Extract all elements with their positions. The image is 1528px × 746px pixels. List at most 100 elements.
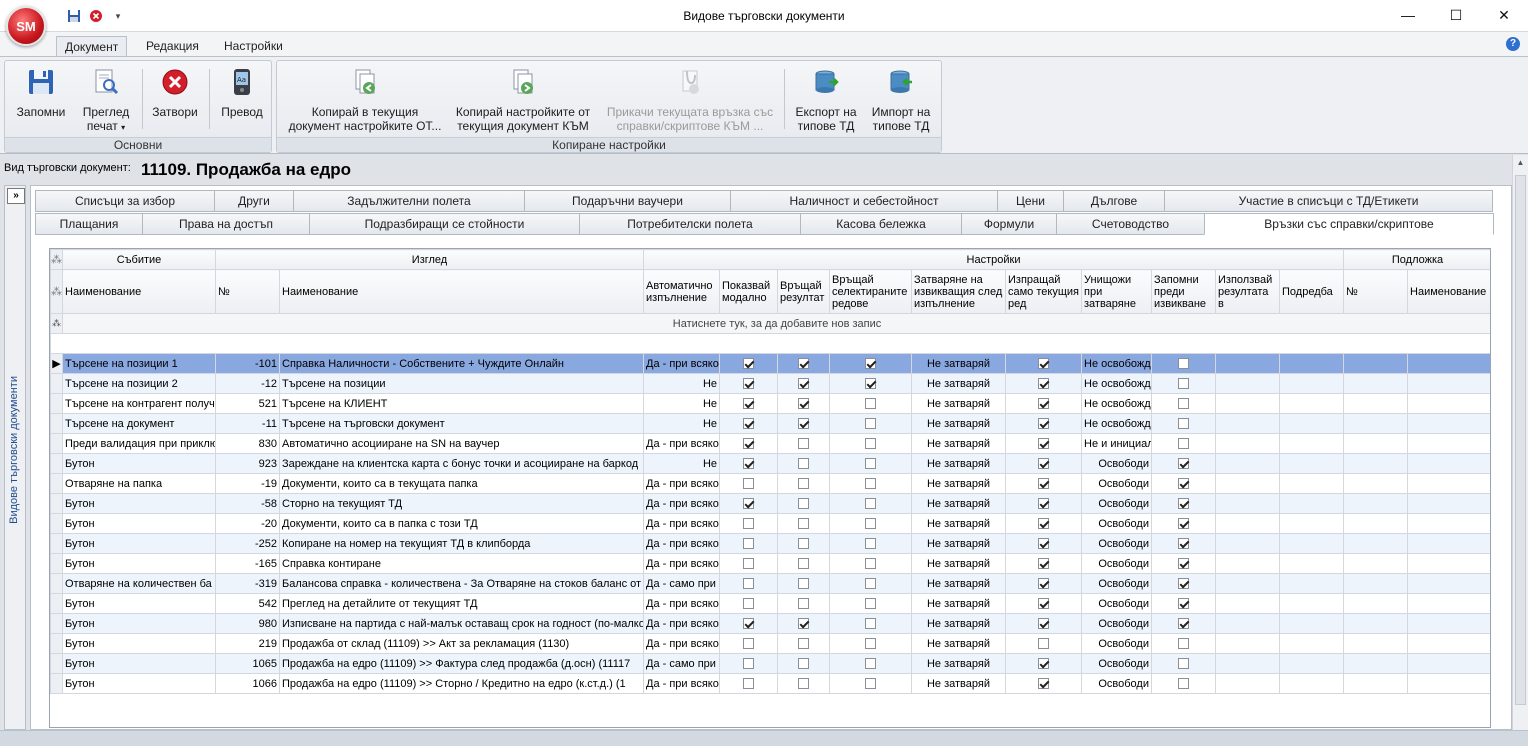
auto-exec-cell[interactable]: Да - при всяко xyxy=(643,493,720,514)
table-row[interactable]: ▶ Търсене на позиции 1 -101 Справка Налично… xyxy=(50,353,1490,374)
order-cell[interactable] xyxy=(1278,513,1345,534)
event-name-cell[interactable]: Търсене на контрагент получ xyxy=(62,393,216,414)
use-result-cell[interactable] xyxy=(1215,373,1280,394)
checkbox-cell[interactable] xyxy=(719,413,778,434)
checkbox-cell[interactable] xyxy=(829,473,912,494)
checkbox[interactable] xyxy=(1178,658,1189,670)
col-auto-exec[interactable]: Автоматично изпълнение xyxy=(643,269,720,314)
checkbox-cell[interactable] xyxy=(777,513,830,534)
base-name-cell[interactable] xyxy=(1407,533,1490,554)
checkbox[interactable] xyxy=(798,378,809,390)
checkbox-cell[interactable] xyxy=(777,373,830,394)
checkbox[interactable] xyxy=(798,678,809,690)
checkbox-cell[interactable] xyxy=(1151,413,1216,434)
checkbox-cell[interactable] xyxy=(777,453,830,474)
checkbox[interactable] xyxy=(743,618,754,630)
checkbox-cell[interactable] xyxy=(777,573,830,594)
row-indicator[interactable] xyxy=(50,373,63,394)
table-row[interactable]: Бутон 980 Изписване на партида с най-малък… xyxy=(50,613,1490,634)
view-name-cell[interactable]: Търсене на търговски документ xyxy=(279,413,644,434)
checkbox[interactable] xyxy=(865,438,876,450)
use-result-cell[interactable] xyxy=(1215,573,1280,594)
checkbox-cell[interactable] xyxy=(777,493,830,514)
row-indicator[interactable] xyxy=(50,413,63,434)
checkbox-cell[interactable] xyxy=(829,553,912,574)
checkbox-cell[interactable] xyxy=(829,633,912,654)
destroy-cell[interactable]: Не освобожд xyxy=(1081,393,1152,414)
checkbox[interactable] xyxy=(743,478,754,490)
tab-selection-lists[interactable]: Списъци за избор xyxy=(35,190,215,212)
checkbox[interactable] xyxy=(1178,398,1189,410)
event-name-cell[interactable]: Отваряне на количествен ба xyxy=(62,573,216,594)
checkbox[interactable] xyxy=(798,658,809,670)
checkbox-cell[interactable] xyxy=(719,593,778,614)
qat-save-icon[interactable] xyxy=(66,8,82,24)
view-name-cell[interactable]: Справка контиране xyxy=(279,553,644,574)
view-number-cell[interactable]: 521 xyxy=(215,393,280,414)
base-name-cell[interactable] xyxy=(1407,353,1490,374)
order-cell[interactable] xyxy=(1278,413,1345,434)
view-number-cell[interactable]: 1066 xyxy=(215,673,280,694)
checkbox[interactable] xyxy=(1038,678,1049,690)
checkbox[interactable] xyxy=(1038,658,1049,670)
checkbox-cell[interactable] xyxy=(719,453,778,474)
checkbox-cell[interactable] xyxy=(777,473,830,494)
ribbon-tab-settings[interactable]: Настройки xyxy=(216,36,291,58)
destroy-cell[interactable]: Освободи xyxy=(1081,473,1152,494)
event-name-cell[interactable]: Търсене на позиции 1 xyxy=(62,353,216,374)
row-indicator[interactable] xyxy=(50,493,63,514)
checkbox[interactable] xyxy=(743,678,754,690)
destroy-cell[interactable]: Освободи xyxy=(1081,653,1152,674)
close-caller-cell[interactable]: Не затваряй xyxy=(911,633,1006,654)
use-result-cell[interactable] xyxy=(1215,453,1280,474)
table-row[interactable]: Бутон 542 Преглед на детайлите от текущият… xyxy=(50,593,1490,614)
col-view-name[interactable]: Наименование xyxy=(279,269,644,314)
checkbox[interactable] xyxy=(865,618,876,630)
base-number-cell[interactable] xyxy=(1343,613,1409,634)
checkbox[interactable] xyxy=(865,478,876,490)
checkbox[interactable] xyxy=(798,558,809,570)
checkbox[interactable] xyxy=(743,398,754,410)
checkbox-cell[interactable] xyxy=(829,613,912,634)
checkbox[interactable] xyxy=(1178,558,1189,570)
checkbox-cell[interactable] xyxy=(1151,553,1216,574)
view-number-cell[interactable]: -11 xyxy=(215,413,280,434)
print-preview-button[interactable]: Преглед печат ▾ xyxy=(75,65,137,135)
auto-exec-cell[interactable]: Да - при всяко xyxy=(643,633,720,654)
checkbox-cell[interactable] xyxy=(1151,573,1216,594)
checkbox[interactable] xyxy=(1178,518,1189,530)
checkbox-cell[interactable] xyxy=(719,353,778,374)
tab-gift-vouchers[interactable]: Подаръчни ваучери xyxy=(524,190,731,212)
col-remember[interactable]: Запомни преди извикване xyxy=(1151,269,1216,314)
checkbox[interactable] xyxy=(743,638,754,650)
use-result-cell[interactable] xyxy=(1215,393,1280,414)
checkbox-cell[interactable] xyxy=(1005,653,1082,674)
destroy-cell[interactable]: Освободи xyxy=(1081,493,1152,514)
copy-settings-into-button[interactable]: Копирай в текущия документ настройките О… xyxy=(283,65,447,133)
view-name-cell[interactable]: Балансова справка - количествена - За От… xyxy=(279,573,644,594)
side-panel-title[interactable]: Видове търговски документи xyxy=(8,376,22,524)
destroy-cell[interactable]: Не освобожд xyxy=(1081,373,1152,394)
use-result-cell[interactable] xyxy=(1215,493,1280,514)
checkbox[interactable] xyxy=(798,638,809,650)
base-number-cell[interactable] xyxy=(1343,473,1409,494)
view-name-cell[interactable]: Търсене на КЛИЕНТ xyxy=(279,393,644,414)
base-name-cell[interactable] xyxy=(1407,453,1490,474)
checkbox[interactable] xyxy=(798,578,809,590)
order-cell[interactable] xyxy=(1278,533,1345,554)
table-row[interactable]: Търсене на позиции 2 -12 Търсене на позици… xyxy=(50,373,1490,394)
close-caller-cell[interactable]: Не затваряй xyxy=(911,653,1006,674)
event-name-cell[interactable]: Бутон xyxy=(62,453,216,474)
base-name-cell[interactable] xyxy=(1407,553,1490,574)
checkbox[interactable] xyxy=(865,538,876,550)
row-indicator[interactable]: ▶ xyxy=(50,353,63,374)
checkbox[interactable] xyxy=(865,498,876,510)
tab-stock-cost[interactable]: Наличност и себестойност xyxy=(730,190,998,212)
checkbox-cell[interactable] xyxy=(829,533,912,554)
checkbox[interactable] xyxy=(865,638,876,650)
checkbox[interactable] xyxy=(1038,498,1049,510)
tab-accounting[interactable]: Счетоводство xyxy=(1056,213,1205,235)
checkbox[interactable] xyxy=(1178,478,1189,490)
view-name-cell[interactable]: Продажба от склад (11109) >> Акт за рекл… xyxy=(279,633,644,654)
table-row[interactable]: Преди валидация при приклю 830 Автоматично… xyxy=(50,433,1490,454)
